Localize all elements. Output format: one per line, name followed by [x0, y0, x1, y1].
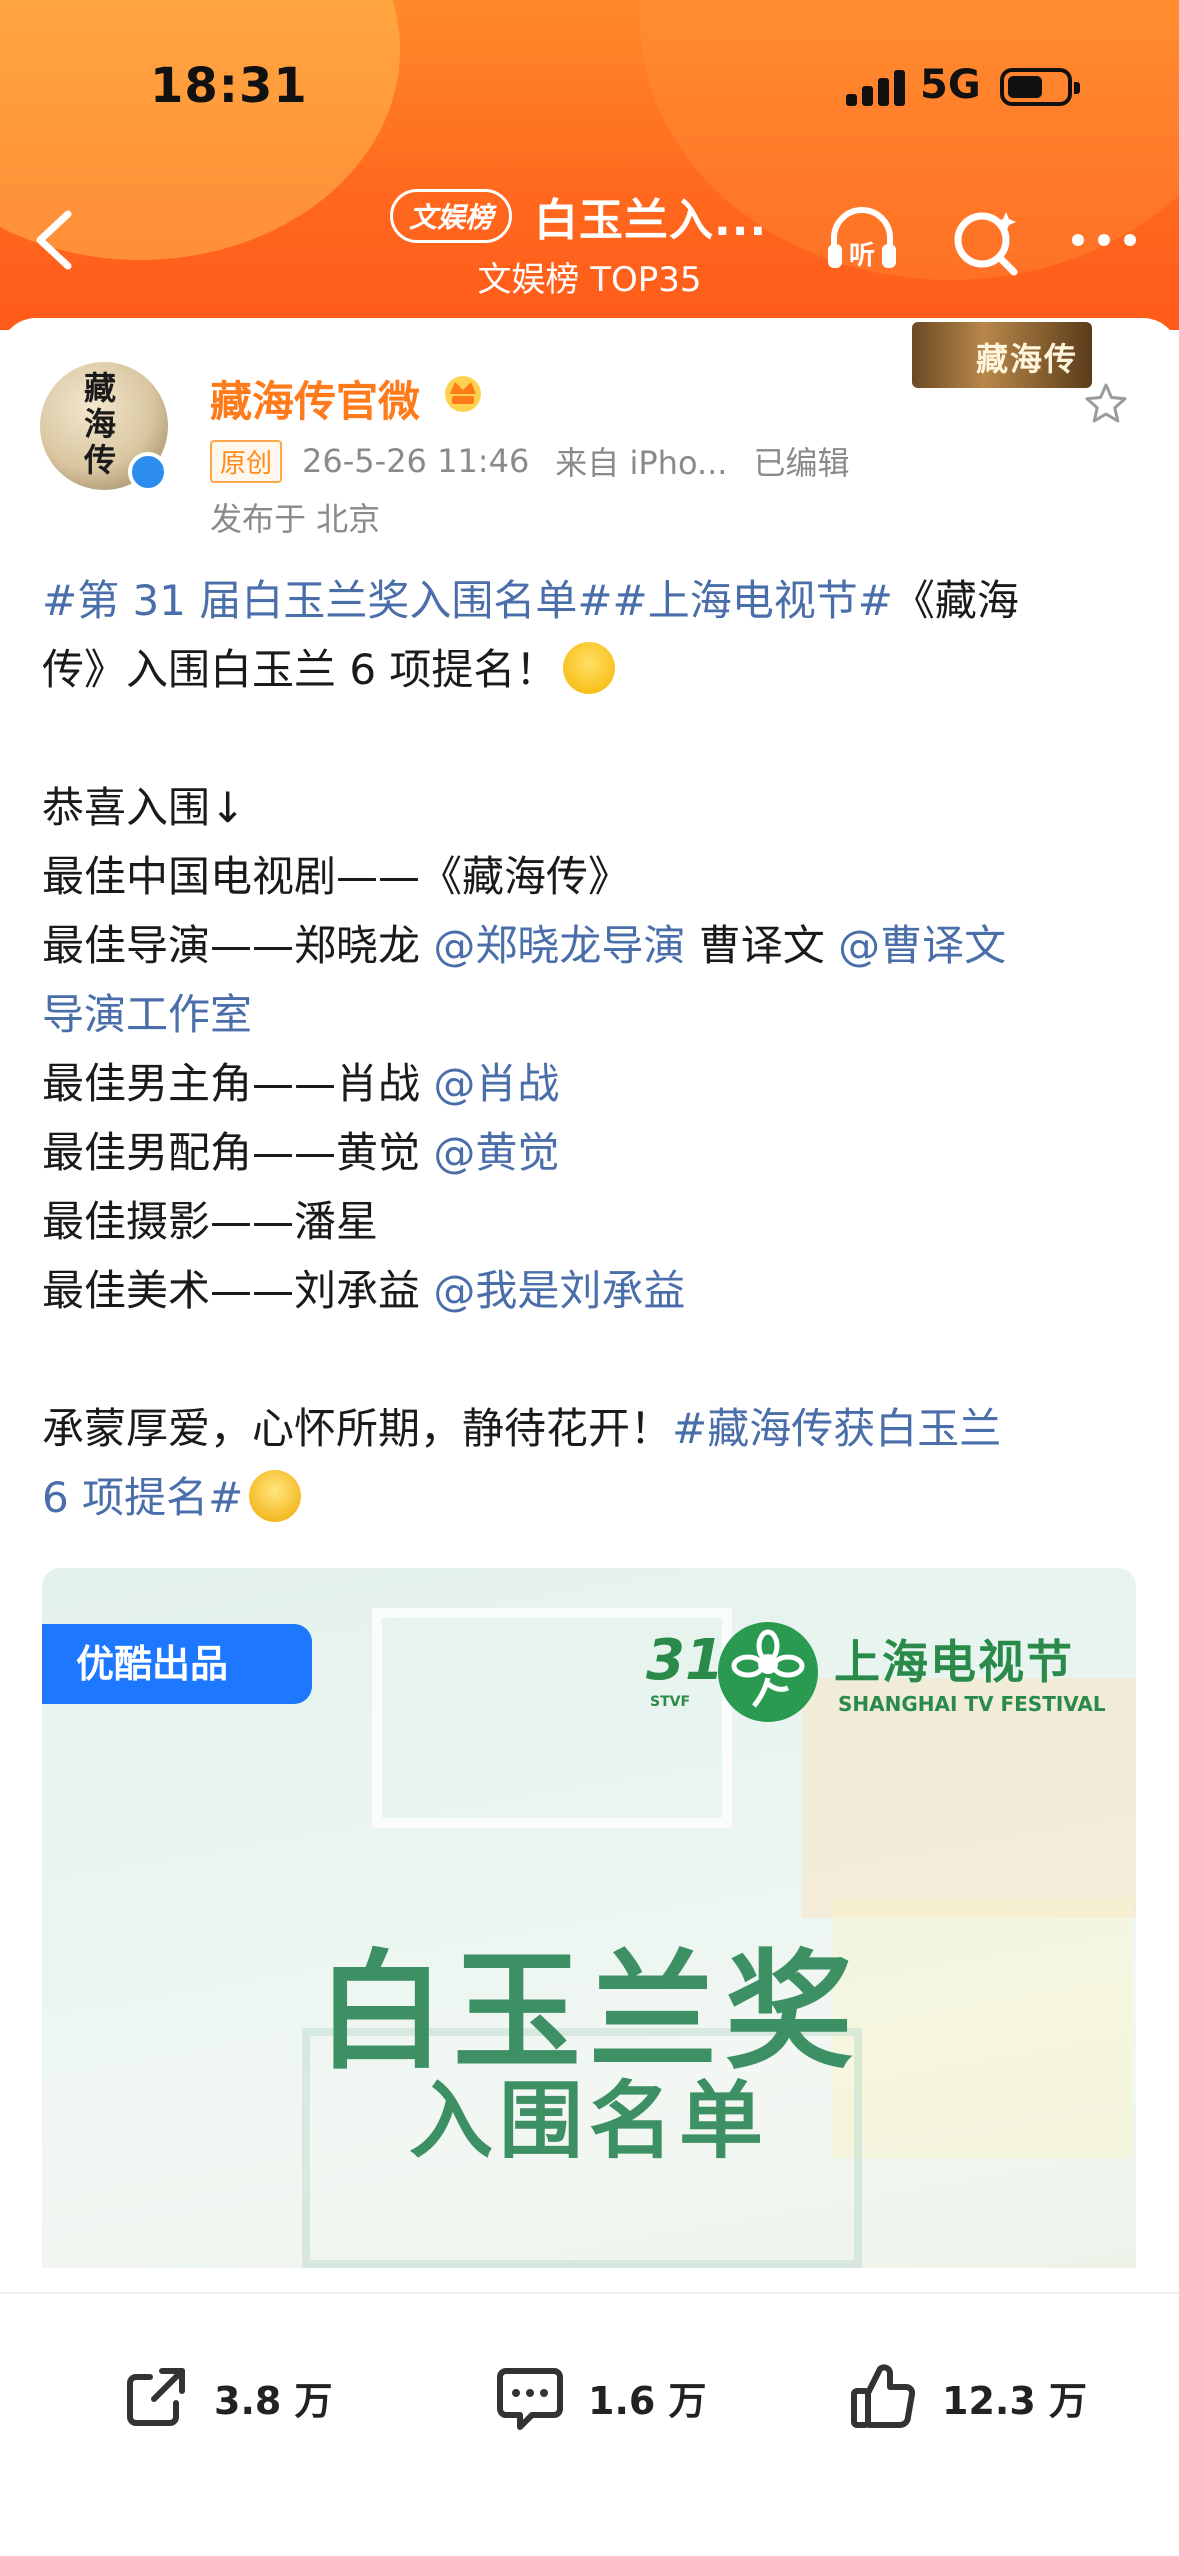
star-icon[interactable]: [1082, 380, 1130, 428]
post-line: 最佳男主角——肖战 @肖战: [42, 1049, 1142, 1118]
edited-label[interactable]: 已编辑: [753, 438, 849, 484]
post-line: 最佳导演——郑晓龙 @郑晓龙导演 曹译文 @曹译文: [42, 911, 1142, 980]
crying-emoji-icon: [563, 642, 616, 694]
thumbs-up-icon: [851, 2364, 916, 2428]
battery-icon: [1000, 68, 1080, 106]
share-count: 3.8 万: [214, 2378, 333, 2423]
crown-icon: [445, 376, 481, 412]
post-text: 最佳中国电视剧——《藏海传》: [42, 852, 631, 901]
original-badge: 原创: [210, 439, 283, 483]
brand-logo: 藏海传: [912, 322, 1092, 388]
post-time: 26-5-26 11:46: [302, 442, 530, 480]
author-name[interactable]: 藏海传官微: [210, 368, 420, 429]
post-line: 最佳美术——刘承益 @我是刘承益: [42, 1256, 1142, 1325]
share-icon: [127, 2368, 185, 2426]
comment-button[interactable]: 1.6 万: [492, 2352, 707, 2442]
festival-abbr: STVF: [650, 1694, 691, 1710]
mention-link[interactable]: @郑晓龙导演: [433, 921, 685, 970]
post-text: 恭喜入围↓: [42, 783, 246, 832]
post-line: 6 项提名#: [42, 1463, 1142, 1532]
mention-link[interactable]: @肖战: [433, 1059, 559, 1108]
post-text: 最佳男主角——肖战: [42, 1059, 434, 1108]
mention-link[interactable]: @曹译文: [838, 921, 1006, 970]
avatar-text: 藏海传: [84, 369, 117, 479]
post-line: 传》入围白玉兰 6 项提名！: [42, 635, 1142, 704]
festival-name-en: SHANGHAI TV FESTIVAL: [838, 1692, 1106, 1716]
flower-emoji-icon: [249, 1470, 302, 1522]
post-line: 承蒙厚爱，心怀所期，静待花开！#藏海传获白玉兰: [42, 1394, 1142, 1463]
youku-badge: 优酷出品: [42, 1624, 312, 1704]
festival-number: 31: [646, 1628, 724, 1693]
brand-logo-text: 藏海传: [976, 340, 1079, 378]
post-text: 最佳美术——刘承益: [42, 1266, 434, 1315]
post-text: 曹译文: [685, 921, 839, 970]
post-text: 最佳导演——郑晓龙: [42, 921, 434, 970]
hashtag-link[interactable]: #第 31 届白玉兰奖入围名单#: [42, 576, 613, 625]
listen-icon[interactable]: 听: [820, 198, 904, 282]
header: 18:31 5G 文娱榜 白玉兰入... 文娱榜 TOP35 听: [0, 0, 1179, 330]
verified-icon: [128, 452, 168, 492]
post-text: 传》入围白玉兰 6 项提名！: [42, 645, 558, 694]
post-text: 最佳男配角——黄觉: [42, 1128, 434, 1177]
search-icon[interactable]: [944, 198, 1028, 282]
post-meta: 原创 26-5-26 11:46 来自 iPho... 已编辑: [210, 438, 876, 484]
post-text: 《藏海: [892, 576, 1019, 625]
weibo-post-page: 18:31 5G 文娱榜 白玉兰入... 文娱榜 TOP35 听 藏海传 藏海传…: [0, 0, 1179, 2556]
header-title: 白玉兰入...: [534, 195, 768, 246]
post-image[interactable]: 优酷出品 31 STVF 上海电视节 SHANGHAI TV FESTIVAL …: [42, 1568, 1136, 2268]
hashtag-link[interactable]: 6 项提名#: [42, 1473, 243, 1522]
more-icon[interactable]: [1062, 198, 1146, 282]
mention-link[interactable]: @我是刘承益: [433, 1266, 685, 1315]
ranking-tag: 文娱榜: [390, 189, 513, 243]
mention-link[interactable]: 导演工作室: [42, 990, 252, 1039]
comment-icon: [497, 2368, 563, 2430]
post-line: #第 31 届白玉兰奖入围名单##上海电视节#《藏海: [42, 566, 1142, 635]
like-count: 12.3 万: [942, 2378, 1087, 2423]
post-line: 恭喜入围↓: [42, 773, 1142, 842]
hashtag-link[interactable]: #藏海传获白玉兰: [672, 1404, 1001, 1453]
post-body: #第 31 届白玉兰奖入围名单##上海电视节#《藏海 传》入围白玉兰 6 项提名…: [42, 566, 1142, 1532]
post-text: 承蒙厚爱，心怀所期，静待花开！: [42, 1404, 673, 1453]
network-label: 5G: [920, 62, 981, 108]
listen-label: 听: [849, 241, 875, 271]
share-button[interactable]: 3.8 万: [118, 2352, 333, 2442]
post-line: 最佳摄影——潘星: [42, 1187, 1142, 1256]
status-time: 18:31: [150, 58, 308, 114]
action-bar: 3.8 万 1.6 万 12.3 万: [0, 2292, 1179, 2556]
image-subtitle: 入围名单: [408, 2072, 769, 2170]
magnolia-logo-icon: [718, 1622, 818, 1722]
header-title-row[interactable]: 文娱榜 白玉兰入...: [390, 186, 767, 246]
post-line: 最佳中国电视剧——《藏海传》: [42, 842, 1142, 911]
post-location: 发布于 北京: [210, 500, 381, 538]
comment-count: 1.6 万: [588, 2378, 707, 2423]
festival-name-cn: 上海电视节: [834, 1635, 1074, 1689]
hashtag-link[interactable]: #上海电视节#: [613, 576, 893, 625]
post-text: 最佳摄影——潘星: [42, 1197, 379, 1246]
mention-link[interactable]: @黄觉: [433, 1128, 559, 1177]
post-source: 来自 iPho...: [555, 444, 728, 482]
post-line: 导演工作室: [42, 980, 1142, 1049]
like-button[interactable]: 12.3 万: [846, 2352, 1087, 2442]
post-line: 最佳男配角——黄觉 @黄觉: [42, 1118, 1142, 1187]
signal-icon: [846, 70, 906, 106]
